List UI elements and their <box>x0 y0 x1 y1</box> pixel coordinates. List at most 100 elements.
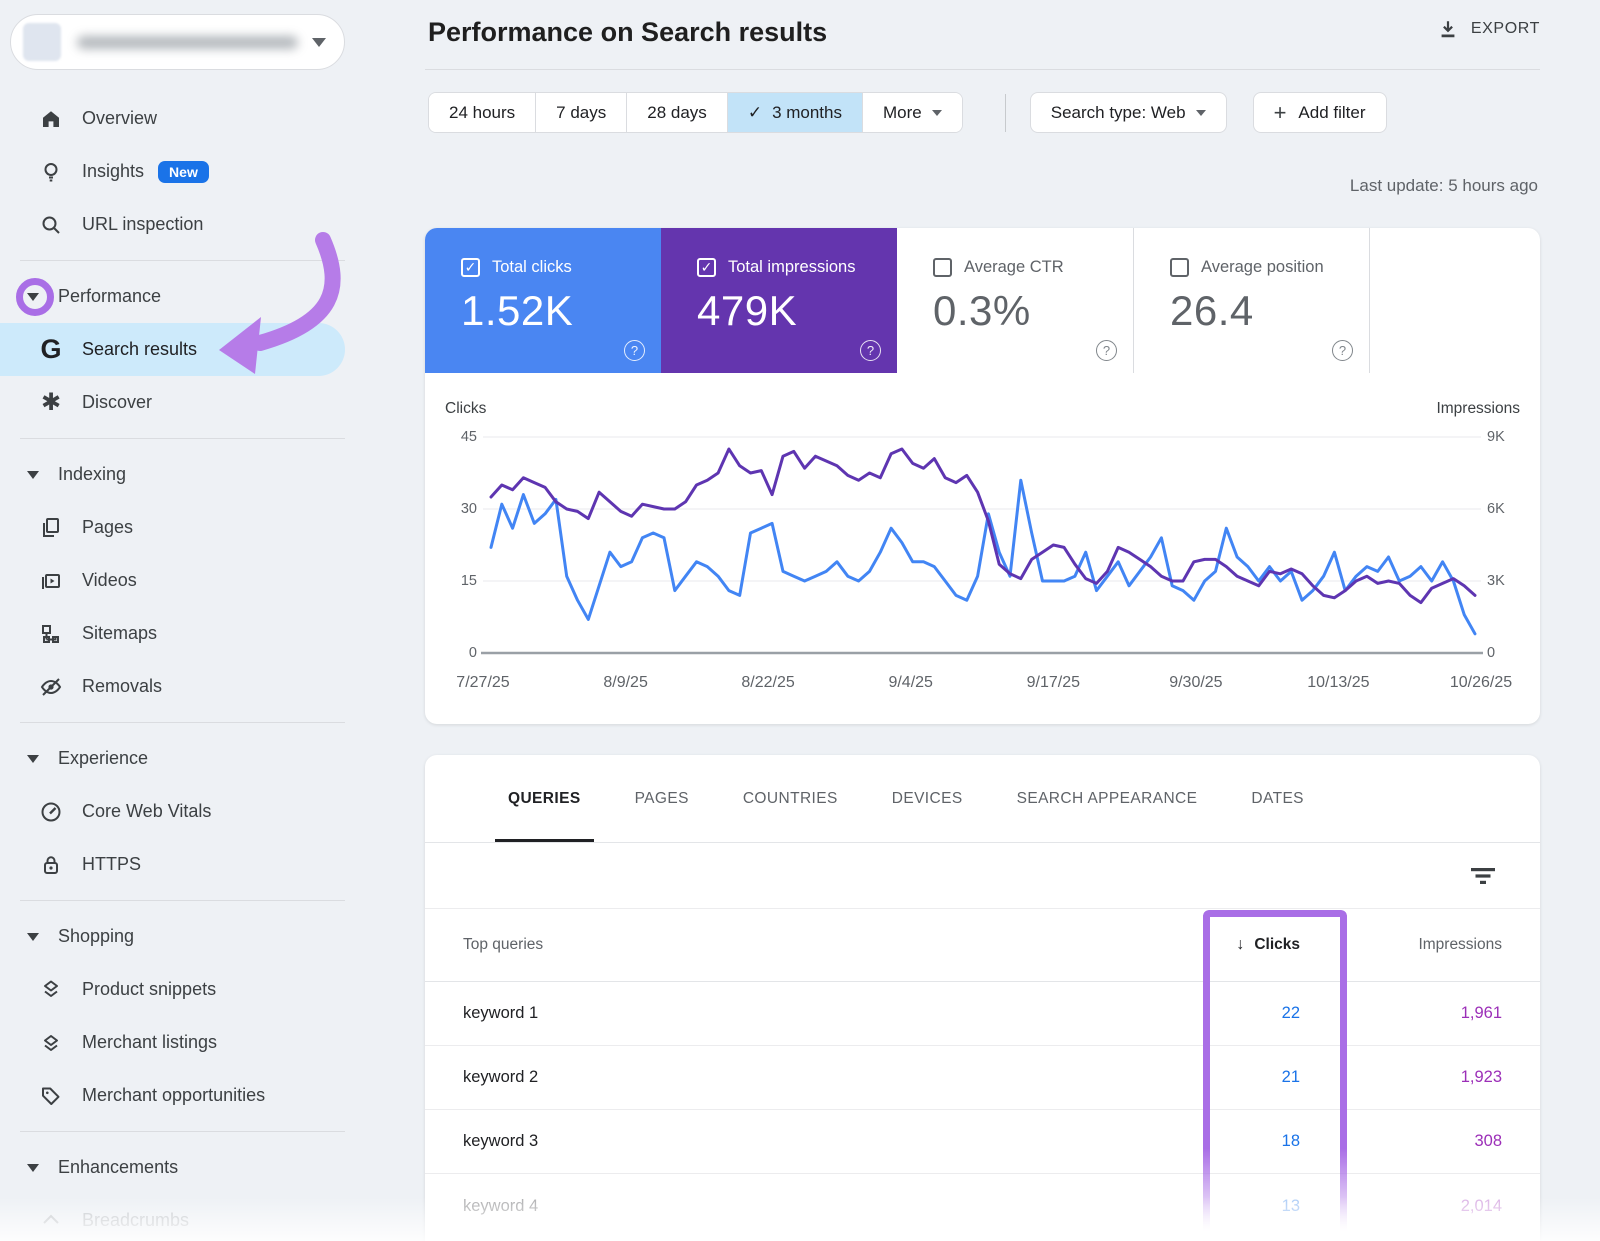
home-icon <box>38 107 64 131</box>
column-header-impressions[interactable]: Impressions <box>1300 936 1502 954</box>
table-row[interactable]: keyword 3 18 308 <box>425 1110 1540 1174</box>
impressions-cell: 2,014 <box>1300 1197 1502 1216</box>
clicks-cell: 13 <box>1100 1197 1300 1216</box>
average-position-tile[interactable]: Average position 26.4 ? <box>1133 228 1369 373</box>
property-selector[interactable] <box>10 14 345 70</box>
tab-pages[interactable]: PAGES <box>608 755 716 842</box>
table-tabs: QUERIES PAGES COUNTRIES DEVICES SEARCH A… <box>425 755 1540 843</box>
sidebar-section-enhancements[interactable]: Enhancements <box>0 1141 425 1194</box>
sidebar-section-indexing[interactable]: Indexing <box>0 448 425 501</box>
sidebar-section-experience[interactable]: Experience <box>0 732 425 785</box>
total-impressions-tile[interactable]: ✓ Total impressions 479K ? <box>661 228 897 373</box>
sidebar-item-overview[interactable]: Overview <box>0 92 425 145</box>
pages-icon <box>38 516 64 540</box>
sidebar-section-label: Performance <box>58 286 161 307</box>
caret-down-icon <box>27 293 39 301</box>
total-clicks-value: 1.52K <box>461 287 661 335</box>
range-3-months-chip[interactable]: ✓ 3 months <box>728 93 863 132</box>
search-type-chip[interactable]: Search type: Web <box>1030 92 1227 133</box>
clicks-cell: 21 <box>1100 1068 1300 1087</box>
export-button[interactable]: EXPORT <box>1437 18 1540 40</box>
table-row[interactable]: keyword 4 13 2,014 <box>425 1174 1540 1238</box>
table-row[interactable]: keyword 2 21 1,923 <box>425 1046 1540 1110</box>
tab-devices[interactable]: DEVICES <box>865 755 990 842</box>
average-ctr-tile[interactable]: Average CTR 0.3% ? <box>897 228 1133 373</box>
chevron-down-icon <box>932 110 942 116</box>
sidebar-item-product-snippets[interactable]: Product snippets <box>0 963 425 1016</box>
help-icon[interactable]: ? <box>624 340 645 361</box>
sidebar-item-removals[interactable]: Removals <box>0 660 425 713</box>
checkbox-checked-icon[interactable]: ✓ <box>697 258 716 277</box>
sidebar-item-label: Core Web Vitals <box>82 801 211 822</box>
sidebar-item-label: Product snippets <box>82 979 216 1000</box>
property-name-blurred <box>77 36 298 49</box>
sidebar-section-label: Experience <box>58 748 148 769</box>
average-ctr-value: 0.3% <box>933 287 1133 335</box>
tab-countries[interactable]: COUNTRIES <box>716 755 865 842</box>
total-clicks-tile[interactable]: ✓ Total clicks 1.52K ? <box>425 228 661 373</box>
chevron-down-icon <box>1196 110 1206 116</box>
new-badge: New <box>158 161 209 183</box>
right-tick: 9K <box>1487 429 1537 445</box>
sidebar-item-label: Merchant opportunities <box>82 1085 265 1106</box>
query-cell: keyword 3 <box>463 1132 1100 1151</box>
search-icon <box>38 213 64 237</box>
sidebar-item-pages[interactable]: Pages <box>0 501 425 554</box>
column-header-clicks[interactable]: ↓Clicks <box>1100 936 1300 954</box>
tab-queries[interactable]: QUERIES <box>481 755 608 842</box>
layers-icon <box>38 1031 64 1055</box>
sidebar-item-https[interactable]: HTTPS <box>0 838 425 891</box>
checkbox-unchecked-icon[interactable] <box>1170 258 1189 277</box>
x-tick: 10/26/25 <box>1450 674 1512 692</box>
sidebar-item-sitemaps[interactable]: Sitemaps <box>0 607 425 660</box>
lightbulb-icon <box>38 160 64 184</box>
sidebar-item-core-web-vitals[interactable]: Core Web Vitals <box>0 785 425 838</box>
average-position-value: 26.4 <box>1170 287 1369 335</box>
sidebar-item-insights[interactable]: Insights New <box>0 145 425 198</box>
sidebar-section-performance[interactable]: Performance <box>0 270 425 323</box>
sidebar-item-label: URL inspection <box>82 214 203 235</box>
sidebar-item-label: Pages <box>82 517 133 538</box>
range-more-chip[interactable]: More <box>863 93 962 132</box>
range-24-hours-chip[interactable]: 24 hours <box>429 93 536 132</box>
sidebar-item-breadcrumbs[interactable]: Breadcrumbs <box>0 1194 425 1241</box>
range-7-days-chip[interactable]: 7 days <box>536 93 627 132</box>
table-row[interactable]: keyword 1 22 1,961 <box>425 982 1540 1046</box>
table-toolbar <box>425 843 1540 909</box>
sidebar-item-videos[interactable]: Videos <box>0 554 425 607</box>
column-header-top-queries[interactable]: Top queries <box>463 936 1100 954</box>
sidebar-item-discover[interactable]: ✱ Discover <box>0 376 425 429</box>
tab-search-appearance[interactable]: SEARCH APPEARANCE <box>990 755 1225 842</box>
sidebar-item-url-inspection[interactable]: URL inspection <box>0 198 425 251</box>
x-tick: 9/30/25 <box>1169 674 1222 692</box>
sidebar-item-label: Videos <box>82 570 137 591</box>
sidebar-section-label: Enhancements <box>58 1157 178 1178</box>
help-icon[interactable]: ? <box>1096 340 1117 361</box>
page-title: Performance on Search results <box>428 17 827 48</box>
sidebar-item-merchant-listings[interactable]: Merchant listings <box>0 1016 425 1069</box>
right-axis-title: Impressions <box>1436 400 1520 418</box>
help-icon[interactable]: ? <box>1332 340 1353 361</box>
checkbox-unchecked-icon[interactable] <box>933 258 952 277</box>
caret-down-icon <box>27 933 39 941</box>
chevron-down-icon <box>312 38 326 47</box>
range-28-days-chip[interactable]: 28 days <box>627 93 728 132</box>
tab-dates[interactable]: DATES <box>1224 755 1331 842</box>
total-impressions-value: 479K <box>697 287 897 335</box>
chart-plot[interactable] <box>425 388 1540 724</box>
help-icon[interactable]: ? <box>860 340 881 361</box>
left-axis-title: Clicks <box>445 400 486 418</box>
sidebar-section-shopping[interactable]: Shopping <box>0 910 425 963</box>
add-filter-chip[interactable]: + Add filter <box>1253 92 1387 133</box>
filter-list-icon[interactable] <box>1470 865 1496 887</box>
sidebar-item-search-results[interactable]: G Search results <box>0 323 345 376</box>
timeseries-chart: Clicks Impressions 45 30 15 0 9K 6K 3K 0… <box>425 388 1540 724</box>
clicks-cell: 18 <box>1100 1132 1300 1151</box>
clicks-cell: 22 <box>1100 1004 1300 1023</box>
checkbox-checked-icon[interactable]: ✓ <box>461 258 480 277</box>
sidebar-item-merchant-opportunities[interactable]: Merchant opportunities <box>0 1069 425 1122</box>
query-cell: keyword 1 <box>463 1004 1100 1023</box>
lock-icon <box>38 853 64 877</box>
x-tick: 9/17/25 <box>1027 674 1080 692</box>
sidebar-section-label: Shopping <box>58 926 134 947</box>
